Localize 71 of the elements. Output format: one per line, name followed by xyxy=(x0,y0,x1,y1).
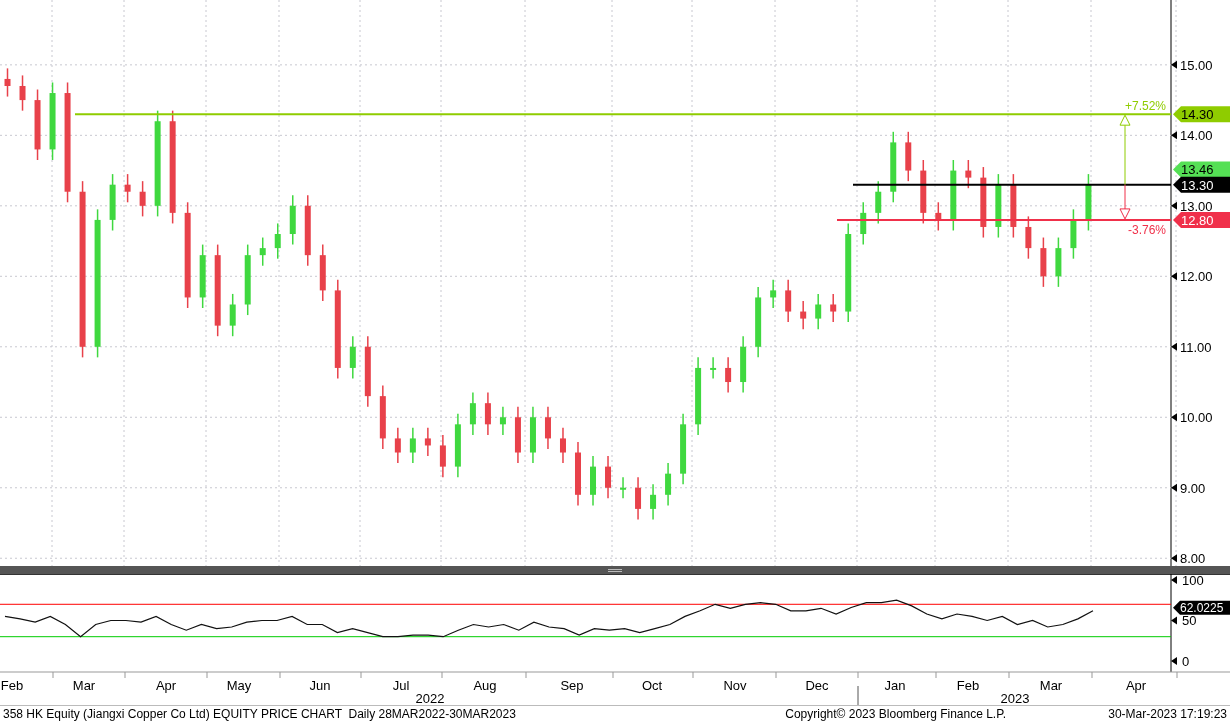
month-label: Jul xyxy=(392,678,410,693)
percent-change: +7.52% xyxy=(1124,99,1166,114)
month-label: Feb xyxy=(956,678,980,693)
axis-label: 100 xyxy=(1182,574,1204,588)
axis-label: 10.00 xyxy=(1180,410,1213,426)
copyright-text: Copyright© 2023 Bloomberg Finance L.P. xyxy=(785,706,1006,722)
candlestick xyxy=(124,173,131,204)
candlestick xyxy=(19,74,26,112)
candlestick xyxy=(770,279,777,309)
month-label: Apr xyxy=(155,678,177,693)
axis-label: 13.00 xyxy=(1180,198,1213,214)
candlestick xyxy=(635,476,642,521)
candlestick xyxy=(1025,215,1032,260)
candlestick xyxy=(394,427,401,464)
axis-label: 50 xyxy=(1182,613,1197,629)
candlestick xyxy=(815,293,822,330)
candlestick xyxy=(409,427,416,464)
month-label: Mar xyxy=(72,678,96,693)
axis-label: 0 xyxy=(1182,654,1190,669)
candlestick xyxy=(725,356,732,394)
candlestick xyxy=(274,222,281,260)
month-label: Jan xyxy=(884,678,906,693)
month-label: Apr xyxy=(1125,678,1147,693)
month-label: Mar xyxy=(1039,678,1063,693)
month-label: Jun xyxy=(309,678,331,693)
month-label: Oct xyxy=(641,678,663,693)
candlestick xyxy=(499,405,506,436)
year-label: 2022 xyxy=(415,691,445,705)
month-label: Dec xyxy=(805,678,829,693)
candlestick xyxy=(785,279,792,323)
candlestick xyxy=(349,335,356,380)
candlestick xyxy=(800,300,807,330)
year-label: 2023 xyxy=(1000,691,1030,705)
month-label: Sep xyxy=(560,678,584,693)
candlestick xyxy=(259,236,266,267)
price-tag: 13.46 xyxy=(1173,161,1230,178)
axis-label: 9.00 xyxy=(1180,480,1206,496)
price-tag: 14.30 xyxy=(1173,106,1230,123)
candlestick xyxy=(484,391,491,436)
axis-label: 11.00 xyxy=(1180,339,1212,355)
price-level-line[interactable] xyxy=(852,183,1172,186)
month-label: Nov xyxy=(723,678,747,693)
axis-label: 12.00 xyxy=(1180,269,1213,285)
month-label: Feb xyxy=(0,678,24,693)
timestamp: 30-Mar-2023 17:19:23 xyxy=(1108,706,1227,722)
month-label: Aug xyxy=(473,678,497,693)
candlestick xyxy=(665,462,672,507)
candlestick xyxy=(650,483,657,521)
month-label: May xyxy=(226,678,252,693)
candlestick xyxy=(605,455,612,500)
candlestick xyxy=(139,180,146,218)
candlestick xyxy=(469,391,476,436)
candlestick xyxy=(875,180,882,225)
candlestick xyxy=(559,427,566,464)
candlestick xyxy=(830,293,837,323)
percent-change: -3.76% xyxy=(1127,222,1166,237)
candlestick xyxy=(229,293,236,337)
candlestick xyxy=(439,434,446,478)
candlestick xyxy=(710,356,717,380)
chart-title: 358 HK Equity (Jiangxi Copper Co Ltd) EQUITY PRICE CHART Daily 28MAR2022-30MAR2023 xyxy=(3,706,517,722)
axis-label: 15.00 xyxy=(1180,57,1213,73)
axis-label: 8.00 xyxy=(1180,551,1206,566)
candlestick xyxy=(860,201,867,246)
candlestick xyxy=(965,159,972,189)
candlestick xyxy=(544,405,551,450)
candlestick xyxy=(4,67,11,98)
value-tag: 62.0225 xyxy=(1173,600,1230,615)
candlestick xyxy=(620,476,627,500)
candlestick xyxy=(424,427,431,457)
axis-label: 14.00 xyxy=(1180,128,1213,144)
price-tag: 12.80 xyxy=(1173,211,1230,228)
